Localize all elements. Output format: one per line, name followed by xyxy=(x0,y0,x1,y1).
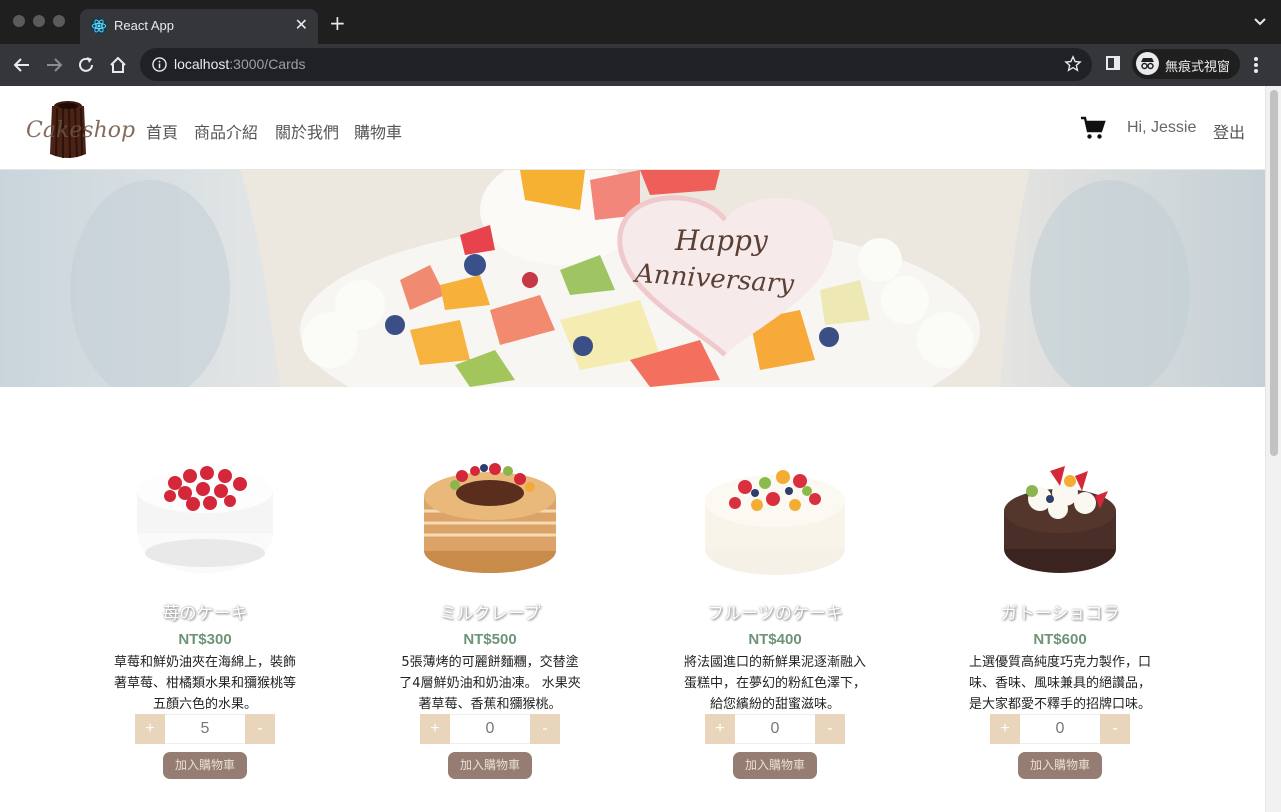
quantity-stepper: + - xyxy=(705,714,845,744)
desc-line: 著草莓、香蕉和獼猴桃。 xyxy=(418,697,562,712)
chevron-down-icon[interactable] xyxy=(1253,15,1267,29)
scrollbar-thumb[interactable] xyxy=(1270,90,1278,456)
decrease-button[interactable]: - xyxy=(245,714,275,744)
product-price: NT$500 xyxy=(463,631,517,648)
desc-line: 是大家都愛不釋手的招牌口味。 xyxy=(968,697,1151,712)
page-scrollbar[interactable] xyxy=(1265,86,1281,812)
quantity-input[interactable] xyxy=(1020,714,1100,744)
product-description: 草莓和鮮奶油夾在海綿上，裝飾 著草莓、柑橘類水果和獼猴桃等 五顏六色的水果。 xyxy=(105,652,305,715)
product-description: 上選優質高純度巧克力製作，口 味、香味、風味兼具的絕讚品， 是大家都愛不釋手的招… xyxy=(960,652,1160,715)
forward-icon[interactable] xyxy=(44,55,64,75)
info-icon[interactable] xyxy=(152,57,167,72)
nav-cart[interactable]: 購物車 xyxy=(354,119,402,143)
url-text: localhost:3000/Cards xyxy=(174,56,306,72)
address-bar[interactable]: localhost:3000/Cards xyxy=(140,48,1092,81)
hero-banner: Happy Anniversary xyxy=(0,170,1265,387)
product-price: NT$600 xyxy=(1033,631,1087,648)
strawberry-cake-image xyxy=(137,466,273,573)
quantity-stepper: + - xyxy=(420,714,560,744)
add-to-cart-button[interactable]: 加入購物車 xyxy=(448,752,532,779)
browser-toolbar: localhost:3000/Cards 無痕式視窗 xyxy=(0,44,1281,86)
minimize-window-dot[interactable] xyxy=(33,15,45,27)
browser-tab[interactable]: React App ✕ xyxy=(80,9,318,44)
site-logo[interactable]: Cakeshop xyxy=(26,96,135,162)
fruit-cake-image xyxy=(705,470,845,575)
kebab-menu-icon[interactable] xyxy=(1253,56,1259,74)
url-host: localhost xyxy=(174,56,230,72)
close-window-dot[interactable] xyxy=(13,15,25,27)
product-name: 苺のケーキ xyxy=(162,604,248,624)
page-viewport: Cakeshop 首頁 商品介紹 關於我們 購物車 Hi, Jessie 登出 xyxy=(0,86,1281,812)
quantity-input[interactable] xyxy=(450,714,530,744)
product-card: ガトーショコラ NT$600 上選優質高純度巧克力製作，口 味、香味、風味兼具的… xyxy=(950,441,1170,781)
back-icon[interactable] xyxy=(12,55,32,75)
quantity-input[interactable] xyxy=(165,714,245,744)
browser-tab-bar: React App ✕ + xyxy=(0,0,1281,44)
incognito-label: 無痕式視窗 xyxy=(1165,60,1231,75)
user-greeting[interactable]: Hi, Jessie xyxy=(1127,119,1196,137)
side-panel-icon[interactable] xyxy=(1106,56,1120,70)
close-icon[interactable]: ✕ xyxy=(295,15,308,34)
plus-icon[interactable]: + xyxy=(329,13,346,33)
decrease-button[interactable]: - xyxy=(1100,714,1130,744)
increase-button[interactable]: + xyxy=(705,714,735,744)
banner-happy-text: Happy xyxy=(674,224,769,257)
desc-line: 味、香味、風味兼具的絕讚品， xyxy=(968,676,1151,691)
product-name: フルーツのケーキ xyxy=(707,604,843,624)
product-description: 5張薄烤的可麗餅麵糰，交替塗 了4層鮮奶油和奶油凍。 水果夾 著草莓、香蕉和獼猴… xyxy=(390,652,590,715)
desc-line: 將法國進口的新鮮果泥逐漸融入 xyxy=(683,655,866,670)
desc-line: 草莓和鮮奶油夾在海綿上，裝飾 xyxy=(113,655,296,670)
star-icon[interactable] xyxy=(1064,55,1082,73)
home-icon[interactable] xyxy=(108,55,128,75)
desc-line: 蛋糕中，在夢幻的粉紅色澤下， xyxy=(683,676,866,691)
product-card: フルーツのケーキ NT$400 將法國進口的新鮮果泥逐漸融入 蛋糕中，在夢幻的粉… xyxy=(665,441,885,781)
add-to-cart-button[interactable]: 加入購物車 xyxy=(163,752,247,779)
desc-line: 5張薄烤的可麗餅麵糰，交替塗 xyxy=(401,655,579,670)
desc-line: 給您繽紛的甜蜜滋味。 xyxy=(709,697,840,712)
tab-title: React App xyxy=(114,18,174,33)
quantity-stepper: + - xyxy=(135,714,275,744)
desc-line: 上選優質高純度巧克力製作，口 xyxy=(968,655,1151,670)
chocolate-cake-image xyxy=(1004,466,1116,573)
increase-button[interactable]: + xyxy=(990,714,1020,744)
nav-products[interactable]: 商品介紹 xyxy=(194,119,258,143)
product-name: ミルクレープ xyxy=(439,604,541,624)
incognito-icon xyxy=(1136,52,1159,75)
quantity-input[interactable] xyxy=(735,714,815,744)
add-to-cart-button[interactable]: 加入購物車 xyxy=(733,752,817,779)
increase-button[interactable]: + xyxy=(420,714,450,744)
nav-home[interactable]: 首頁 xyxy=(146,119,178,143)
product-price: NT$300 xyxy=(178,631,232,648)
mille-crepe-image xyxy=(424,463,556,573)
add-to-cart-button[interactable]: 加入購物車 xyxy=(1018,752,1102,779)
product-description: 將法國進口的新鮮果泥逐漸融入 蛋糕中，在夢幻的粉紅色澤下， 給您繽紛的甜蜜滋味。 xyxy=(675,652,875,715)
url-path: :3000/Cards xyxy=(229,56,306,72)
nav-about[interactable]: 關於我們 xyxy=(275,119,339,143)
reload-icon[interactable] xyxy=(76,55,96,75)
desc-line: 五顏六色的水果。 xyxy=(152,697,257,712)
react-icon xyxy=(90,17,108,35)
cart-icon[interactable] xyxy=(1080,116,1106,140)
product-card: 苺のケーキ NT$300 草莓和鮮奶油夾在海綿上，裝飾 著草莓、柑橘類水果和獼猴… xyxy=(95,441,315,781)
anniversary-cake-image: Happy Anniversary xyxy=(70,170,1190,387)
incognito-badge[interactable]: 無痕式視窗 xyxy=(1132,49,1240,79)
product-name: ガトーショコラ xyxy=(1000,604,1120,624)
increase-button[interactable]: + xyxy=(135,714,165,744)
site-navbar: Cakeshop 首頁 商品介紹 關於我們 購物車 Hi, Jessie 登出 xyxy=(0,86,1265,170)
decrease-button[interactable]: - xyxy=(530,714,560,744)
maximize-window-dot[interactable] xyxy=(53,15,65,27)
desc-line: 著草莓、柑橘類水果和獼猴桃等 xyxy=(113,676,296,691)
quantity-stepper: + - xyxy=(990,714,1130,744)
product-card: ミルクレープ NT$500 5張薄烤的可麗餅麵糰，交替塗 了4層鮮奶油和奶油凍。… xyxy=(380,441,600,781)
product-price: NT$400 xyxy=(748,631,802,648)
logout-link[interactable]: 登出 xyxy=(1213,119,1245,143)
desc-line: 了4層鮮奶油和奶油凍。 水果夾 xyxy=(399,676,581,691)
logo-text: Cakeshop xyxy=(26,118,136,143)
decrease-button[interactable]: - xyxy=(815,714,845,744)
